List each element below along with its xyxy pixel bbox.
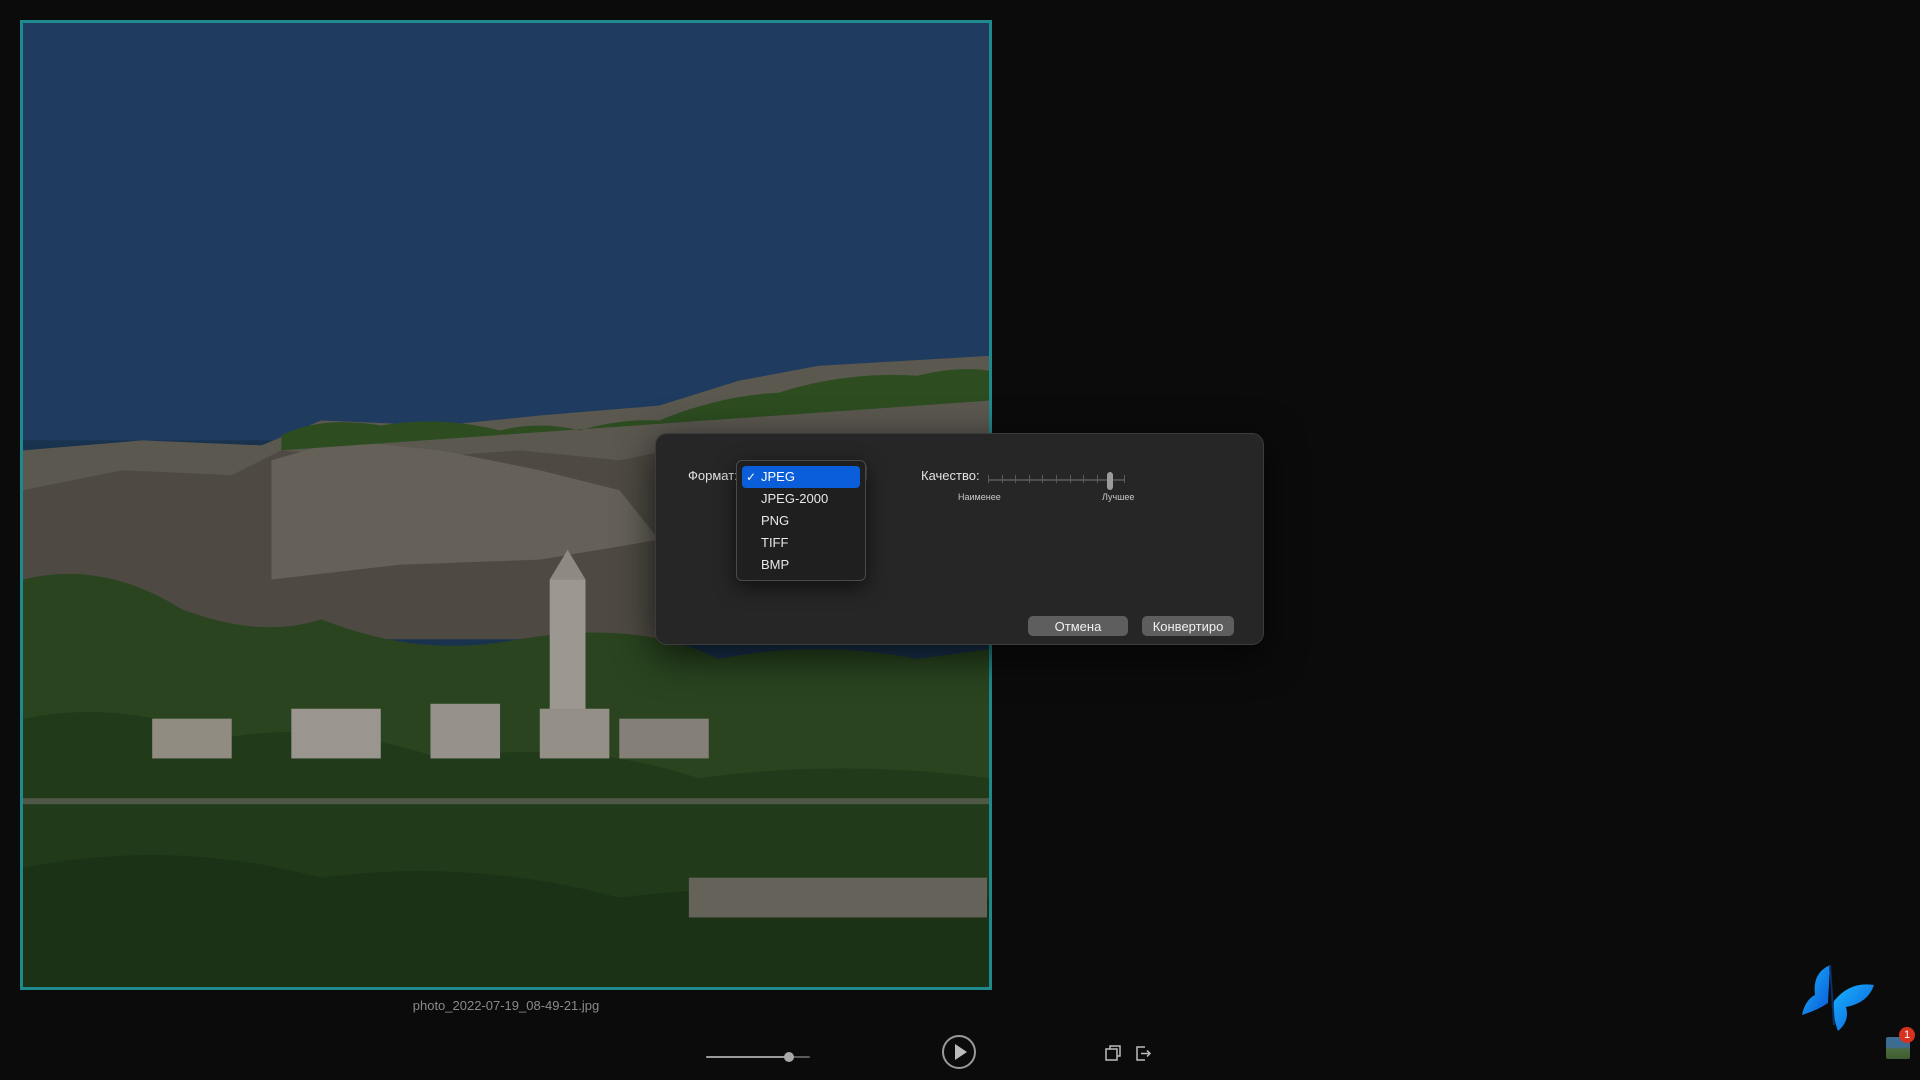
- quality-tick: [1002, 475, 1003, 483]
- quality-tick: [1097, 475, 1098, 483]
- zoom-fill: [706, 1056, 790, 1058]
- screen: photo_2022-07-19_08-49-21.jpg Формат: Ка…: [0, 0, 1920, 1080]
- window-button[interactable]: [1103, 1043, 1123, 1063]
- play-icon: [955, 1044, 967, 1060]
- zoom-knob[interactable]: [784, 1052, 795, 1062]
- quality-label: Качество:: [921, 468, 980, 483]
- quality-knob[interactable]: [1107, 472, 1114, 490]
- format-option-bmp[interactable]: BMP: [742, 554, 860, 576]
- quality-min-label: Наименее: [958, 492, 1001, 502]
- window-icon: [1105, 1045, 1121, 1061]
- format-dropdown-menu: ✓ JPEG JPEG-2000 PNG TIFF BMP: [736, 460, 866, 581]
- quality-tick: [1042, 475, 1043, 483]
- format-option-label: BMP: [761, 557, 790, 572]
- format-label: Формат:: [688, 468, 738, 483]
- format-option-png[interactable]: PNG: [742, 510, 860, 532]
- quality-tick: [1070, 475, 1071, 483]
- play-button[interactable]: [942, 1035, 976, 1069]
- butterfly-icon[interactable]: [1790, 955, 1880, 1035]
- cancel-button[interactable]: Отмена: [1028, 616, 1128, 636]
- quality-tick: [1056, 475, 1057, 483]
- format-option-label: JPEG: [761, 469, 795, 484]
- share-button[interactable]: [1133, 1043, 1153, 1063]
- format-option-label: JPEG-2000: [761, 491, 829, 506]
- format-option-label: TIFF: [761, 535, 789, 550]
- quality-tick: [988, 475, 989, 483]
- format-option-jpeg[interactable]: ✓ JPEG: [742, 466, 860, 488]
- photo-filename: photo_2022-07-19_08-49-21.jpg: [412, 998, 600, 1013]
- quality-tick: [1029, 475, 1030, 483]
- quality-tick: [1083, 475, 1084, 483]
- quality-slider[interactable]: [988, 472, 1125, 490]
- checkmark-icon: ✓: [746, 470, 757, 484]
- format-option-label: PNG: [761, 513, 790, 528]
- zoom-slider[interactable]: [706, 1050, 810, 1064]
- quality-tick: [1124, 475, 1125, 483]
- share-icon: [1136, 1046, 1152, 1061]
- convert-button[interactable]: Конвертиро: [1142, 616, 1234, 636]
- quality-tick: [1015, 475, 1016, 483]
- format-option-tiff[interactable]: TIFF: [742, 532, 860, 554]
- notification-badge: 1: [1899, 1027, 1915, 1043]
- format-option-jpeg-2000[interactable]: JPEG-2000: [742, 488, 860, 510]
- quality-max-label: Лучшее: [1102, 492, 1135, 502]
